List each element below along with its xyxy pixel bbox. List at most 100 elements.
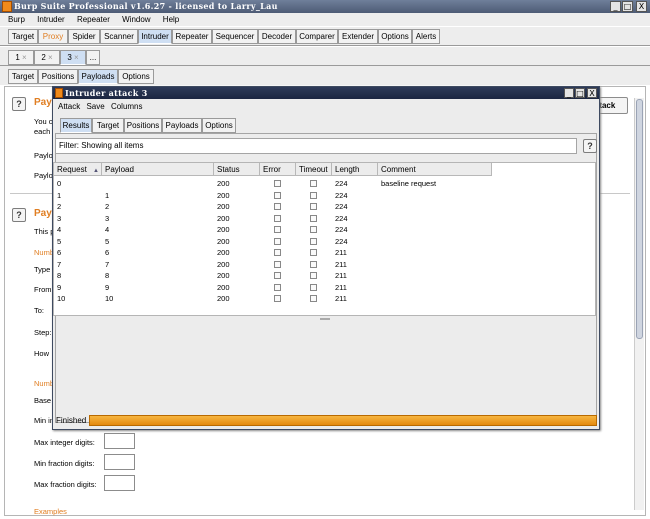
error-checkbox[interactable] [274,260,281,268]
splitter-handle[interactable] [320,318,330,320]
error-checkbox[interactable] [274,237,281,245]
error-checkbox[interactable] [274,203,281,210]
timeout-checkbox[interactable] [310,283,317,291]
column-header-request[interactable]: Request ▲ [54,163,102,176]
popup-minimize-button[interactable]: _ [564,88,574,98]
payload-cell: 7 [105,259,110,269]
attack-tab-3[interactable]: 3 × [60,50,86,65]
timeout-checkbox[interactable] [310,272,317,279]
tab-repeater[interactable]: Repeater [172,29,212,44]
menu-bar: Burp Intruder Repeater Window Help [0,13,650,26]
payload-type-label: Paylo [34,171,53,180]
table-row[interactable]: 0 200 224 baseline request [54,178,492,189]
popup-tab-options[interactable]: Options [202,118,236,133]
menu-intruder[interactable]: Intruder [37,15,65,24]
column-header-timeout[interactable]: Timeout [296,163,332,176]
popup-menu-columns[interactable]: Columns [111,102,143,111]
popup-menu-attack[interactable]: Attack [58,102,80,111]
table-row[interactable]: 3 3 200 224 [54,213,492,224]
help-icon[interactable]: ? [12,97,26,111]
column-header-length[interactable]: Length [332,163,378,176]
close-tab-icon[interactable]: × [22,53,27,62]
table-row[interactable]: 1 1 200 224 [54,190,492,201]
popup-maximize-button[interactable]: □ [575,88,585,98]
tab-spider[interactable]: Spider [68,29,100,44]
attack-tab-1[interactable]: 1 × [8,50,34,65]
error-checkbox[interactable] [274,272,281,279]
help-icon[interactable]: ? [12,208,26,222]
subtab-options[interactable]: Options [118,69,154,84]
close-tab-icon[interactable]: × [74,53,79,62]
error-checkbox[interactable] [274,226,281,233]
table-row[interactable]: 5 5 200 224 [54,236,492,247]
max-integer-label: Max integer digits: [34,438,95,447]
popup-tab-positions[interactable]: Positions [124,118,162,133]
popup-tab-payloads[interactable]: Payloads [162,118,202,133]
menu-window[interactable]: Window [122,15,150,24]
tab-comparer[interactable]: Comparer [296,29,338,44]
tab-options[interactable]: Options [378,29,412,44]
tab-alerts[interactable]: Alerts [412,29,440,44]
attack-tab-bar: 1 × 2 × 3 × ... [0,47,650,67]
table-row[interactable]: 6 6 200 211 [54,247,492,258]
error-checkbox[interactable] [274,283,281,291]
tab-intruder[interactable]: Intruder [138,29,172,44]
request-cell: 6 [57,248,62,257]
status-cell: 200 [217,225,230,234]
timeout-checkbox[interactable] [310,226,317,233]
timeout-checkbox[interactable] [310,203,317,210]
max-integer-input[interactable] [104,433,135,449]
maximize-button[interactable]: □ [622,1,633,12]
tab-scanner[interactable]: Scanner [100,29,138,44]
column-header-error[interactable]: Error [260,163,296,176]
max-fraction-input[interactable] [104,475,135,491]
subtab-positions[interactable]: Positions [38,69,78,84]
results-table: Request ▲ Payload Status Error Timeout L… [53,162,596,320]
column-header-status[interactable]: Status [214,163,260,176]
timeout-checkbox[interactable] [310,295,317,302]
filter-bar[interactable]: Filter: Showing all items [55,138,577,154]
tab-sequencer[interactable]: Sequencer [212,29,258,44]
timeout-checkbox[interactable] [310,237,317,245]
error-checkbox[interactable] [274,249,281,256]
table-row[interactable]: 10 10 200 211 [54,293,492,304]
tab-proxy[interactable]: Proxy [38,29,68,44]
tab-decoder[interactable]: Decoder [258,29,296,44]
error-checkbox[interactable] [274,295,281,302]
subtab-target[interactable]: Target [8,69,38,84]
filter-help-icon[interactable]: ? [583,139,597,153]
error-checkbox[interactable] [274,180,281,187]
tab-target[interactable]: Target [8,29,38,44]
timeout-checkbox[interactable] [310,249,317,256]
popup-tab-target[interactable]: Target [92,118,124,133]
close-tab-icon[interactable]: × [48,53,53,62]
attack-tab-2[interactable]: 2 × [34,50,60,65]
timeout-checkbox[interactable] [310,180,317,187]
popup-menu-save[interactable]: Save [86,102,104,111]
error-checkbox[interactable] [274,191,281,199]
error-checkbox[interactable] [274,214,281,222]
subtab-payloads[interactable]: Payloads [78,69,118,84]
popup-tab-results[interactable]: Results [60,118,92,133]
new-attack-tab[interactable]: ... [86,50,100,65]
table-row[interactable]: 4 4 200 224 [54,224,492,235]
popup-close-button[interactable]: X [587,88,597,98]
tab-extender[interactable]: Extender [338,29,378,44]
minimize-button[interactable]: _ [610,1,621,12]
timeout-checkbox[interactable] [310,191,317,199]
table-row[interactable]: 8 8 200 211 [54,270,492,281]
table-row[interactable]: 9 9 200 211 [54,282,492,293]
table-row[interactable]: 2 2 200 224 [54,201,492,212]
menu-burp[interactable]: Burp [8,15,25,24]
close-button[interactable]: X [636,1,647,12]
column-header-comment[interactable]: Comment [378,163,492,176]
min-fraction-input[interactable] [104,454,135,470]
menu-repeater[interactable]: Repeater [77,15,110,24]
vertical-scrollbar[interactable] [634,98,644,510]
column-header-payload[interactable]: Payload [102,163,214,176]
timeout-checkbox[interactable] [310,260,317,268]
menu-help[interactable]: Help [163,15,179,24]
scrollbar-thumb[interactable] [636,99,643,339]
timeout-checkbox[interactable] [310,214,317,222]
table-row[interactable]: 7 7 200 211 [54,259,492,270]
